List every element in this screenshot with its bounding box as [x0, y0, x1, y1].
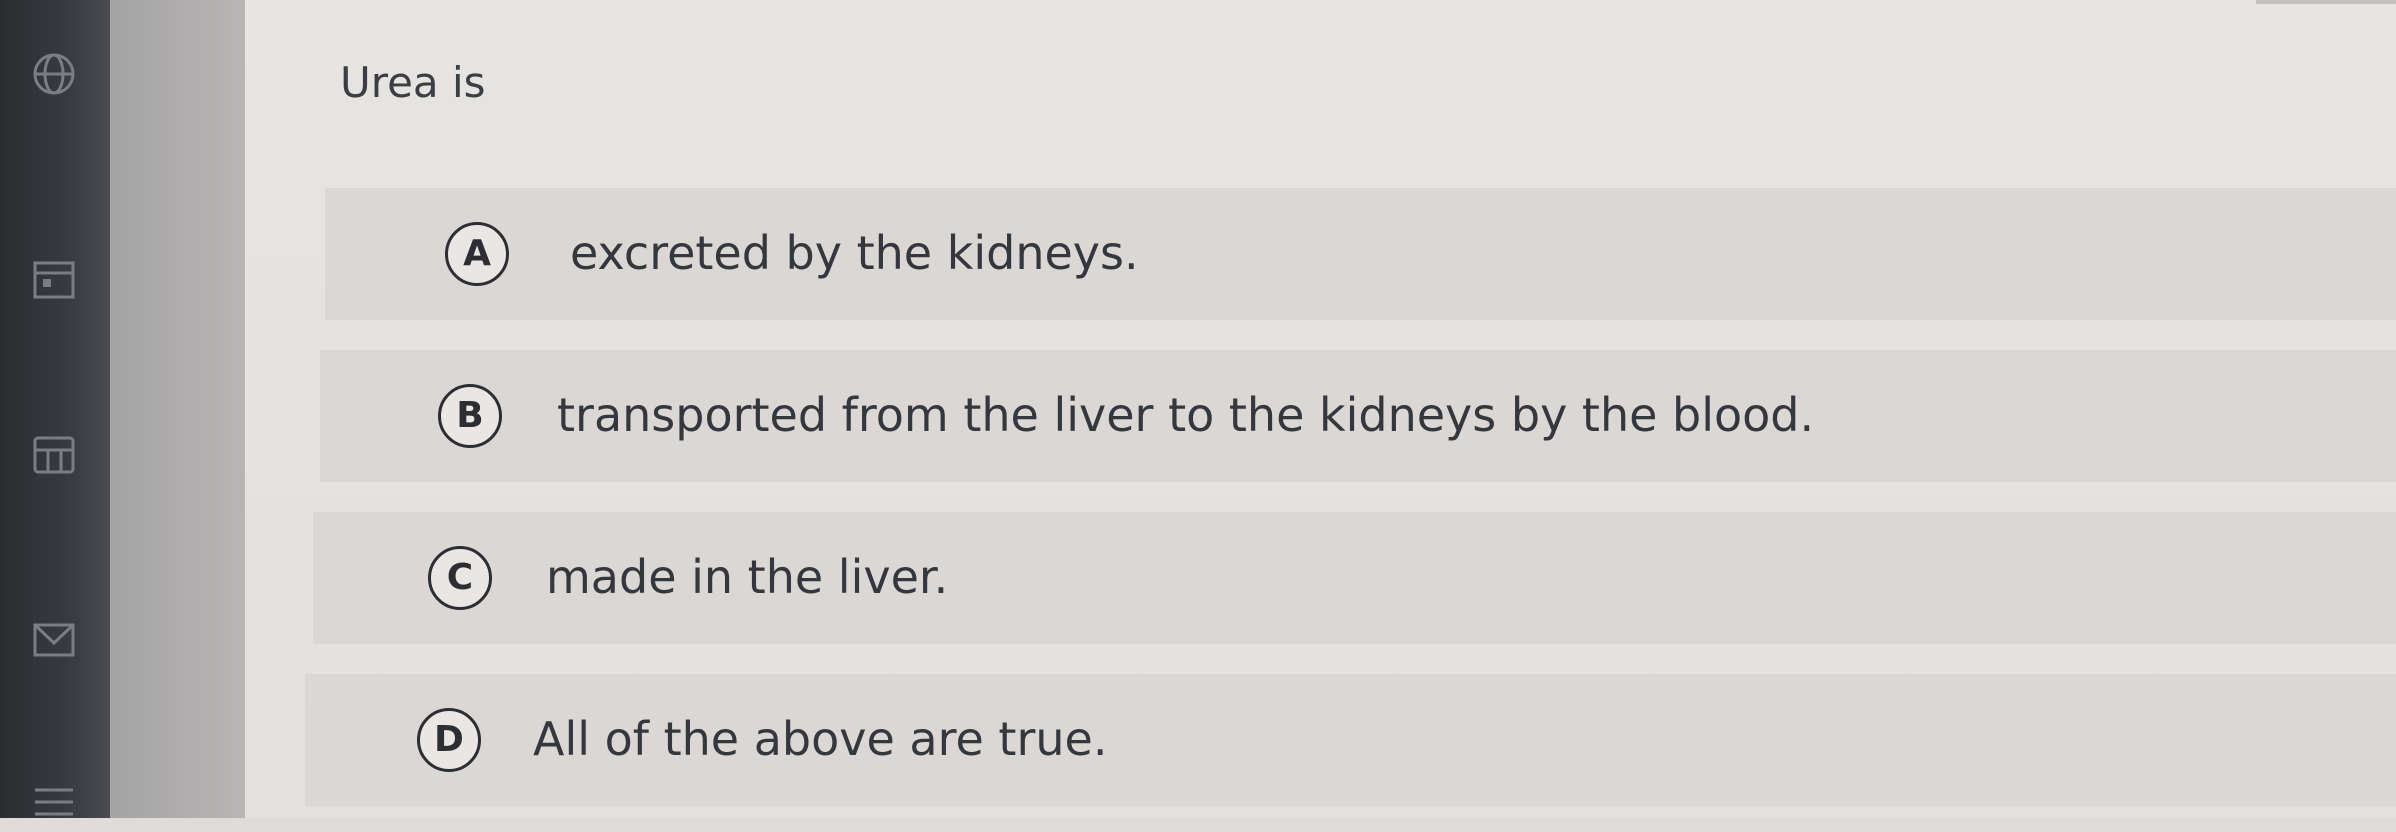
- sidebar-edge: [110, 0, 245, 818]
- question-panel: Urea is A excreted by the kidneys. B tra…: [245, 0, 2396, 818]
- option-b-letter: B: [438, 384, 502, 448]
- option-d[interactable]: D All of the above are true.: [305, 674, 2396, 806]
- calendar-icon[interactable]: [30, 255, 78, 303]
- globe-icon[interactable]: [30, 50, 78, 98]
- option-a-letter: A: [445, 222, 509, 286]
- option-c-text: made in the liver.: [546, 550, 949, 604]
- option-b-text: transported from the liver to the kidney…: [557, 388, 1815, 442]
- grid-icon[interactable]: [30, 430, 78, 478]
- app-sidebar: [0, 0, 110, 818]
- option-d-letter: D: [417, 708, 481, 772]
- question-text: Urea is: [340, 58, 486, 107]
- option-a[interactable]: A excreted by the kidneys.: [325, 188, 2396, 320]
- option-c[interactable]: C made in the liver.: [313, 512, 2396, 644]
- option-c-letter: C: [428, 546, 492, 610]
- option-b[interactable]: B transported from the liver to the kidn…: [320, 350, 2396, 482]
- menu-icon[interactable]: [30, 780, 78, 828]
- divider: [2256, 0, 2396, 4]
- option-a-text: excreted by the kidneys.: [570, 226, 1139, 280]
- option-d-text: All of the above are true.: [533, 712, 1108, 766]
- mail-icon[interactable]: [30, 615, 78, 663]
